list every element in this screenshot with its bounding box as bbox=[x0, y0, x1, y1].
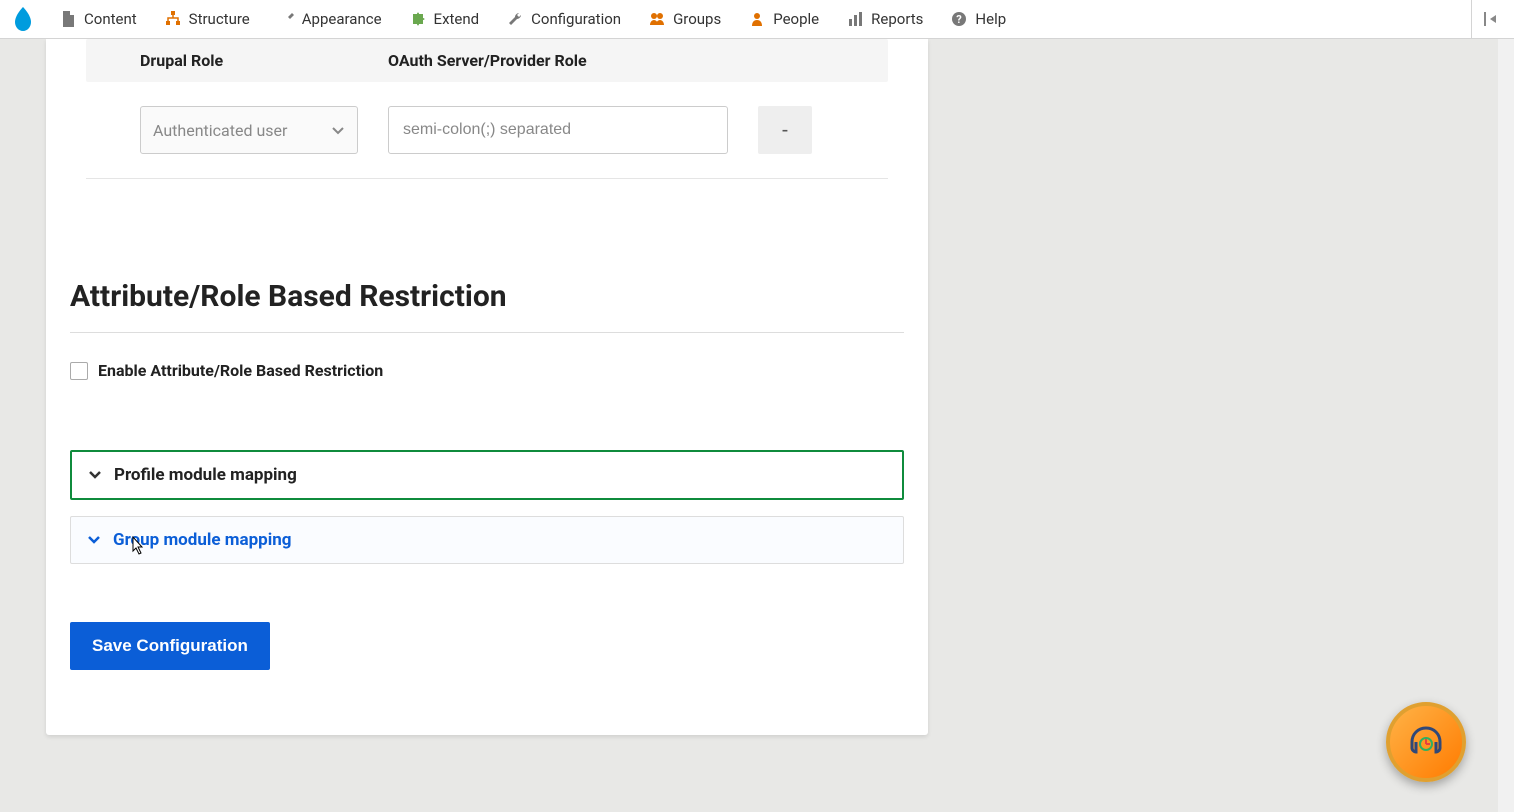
toolbar-label: Structure bbox=[189, 10, 250, 28]
config-card: Drupal Role OAuth Server/Provider Role A… bbox=[46, 39, 928, 735]
toolbar-configuration[interactable]: Configuration bbox=[493, 0, 635, 38]
drupal-role-select[interactable]: Authenticated user bbox=[140, 106, 358, 154]
accordion-profile-mapping[interactable]: Profile module mapping bbox=[70, 450, 904, 500]
save-configuration-button[interactable]: Save Configuration bbox=[70, 622, 270, 670]
toolbar-people[interactable]: People bbox=[735, 0, 833, 38]
svg-text:?: ? bbox=[957, 13, 963, 26]
support-chat-fab[interactable] bbox=[1386, 702, 1466, 782]
restriction-heading: Attribute/Role Based Restriction bbox=[70, 279, 904, 314]
select-value: Authenticated user bbox=[153, 121, 287, 140]
col-drupal-role: Drupal Role bbox=[140, 51, 388, 70]
checkbox-label: Enable Attribute/Role Based Restriction bbox=[98, 361, 383, 380]
section-divider bbox=[70, 332, 904, 333]
toolbar-label: Extend bbox=[434, 10, 480, 28]
toolbar-collapse-button[interactable] bbox=[1471, 0, 1514, 38]
chevron-down-icon bbox=[331, 121, 345, 140]
remove-row-button[interactable]: - bbox=[758, 106, 812, 154]
sitemap-icon bbox=[165, 11, 181, 27]
toolbar-extend[interactable]: Extend bbox=[396, 0, 494, 38]
chevron-down-icon bbox=[86, 466, 104, 484]
role-table-header: Drupal Role OAuth Server/Provider Role bbox=[86, 39, 888, 82]
vertical-scrollbar[interactable] bbox=[1498, 39, 1514, 812]
toolbar-label: People bbox=[773, 10, 819, 28]
file-icon bbox=[60, 11, 76, 27]
role-mapping-table: Drupal Role OAuth Server/Provider Role A… bbox=[86, 39, 888, 179]
checkbox-box[interactable] bbox=[70, 362, 88, 380]
toolbar-label: Content bbox=[84, 10, 137, 28]
col-oauth-role: OAuth Server/Provider Role bbox=[388, 51, 587, 70]
toolbar-label: Appearance bbox=[302, 10, 382, 28]
toolbar-label: Help bbox=[975, 10, 1006, 28]
toolbar-label: Configuration bbox=[531, 10, 621, 28]
brush-icon bbox=[278, 11, 294, 27]
toolbar-help[interactable]: ? Help bbox=[937, 0, 1020, 38]
chevron-down-icon bbox=[85, 531, 103, 549]
groups-icon bbox=[649, 11, 665, 27]
puzzle-icon bbox=[410, 11, 426, 27]
wrench-icon bbox=[507, 11, 523, 27]
role-table-row: Authenticated user - bbox=[86, 82, 888, 179]
enable-restriction-checkbox-wrap[interactable]: Enable Attribute/Role Based Restriction bbox=[70, 361, 904, 380]
toolbar-structure[interactable]: Structure bbox=[151, 0, 264, 38]
oauth-role-input[interactable] bbox=[388, 106, 728, 154]
page-background: Drupal Role OAuth Server/Provider Role A… bbox=[0, 39, 1514, 812]
toolbar-content[interactable]: Content bbox=[46, 0, 151, 38]
chart-icon bbox=[847, 11, 863, 27]
toolbar-appearance[interactable]: Appearance bbox=[264, 0, 396, 38]
accordion-title: Group module mapping bbox=[113, 530, 291, 550]
people-icon bbox=[749, 11, 765, 27]
drupal-logo[interactable] bbox=[0, 5, 46, 33]
toolbar-label: Groups bbox=[673, 10, 721, 28]
toolbar-label: Reports bbox=[871, 10, 923, 28]
accordion-title: Profile module mapping bbox=[114, 465, 297, 485]
admin-toolbar: Content Structure Appearance Extend Conf… bbox=[0, 0, 1514, 39]
toolbar-groups[interactable]: Groups bbox=[635, 0, 735, 38]
toolbar-reports[interactable]: Reports bbox=[833, 0, 937, 38]
accordion-group-mapping[interactable]: Group module mapping bbox=[70, 516, 904, 564]
help-icon: ? bbox=[951, 11, 967, 27]
